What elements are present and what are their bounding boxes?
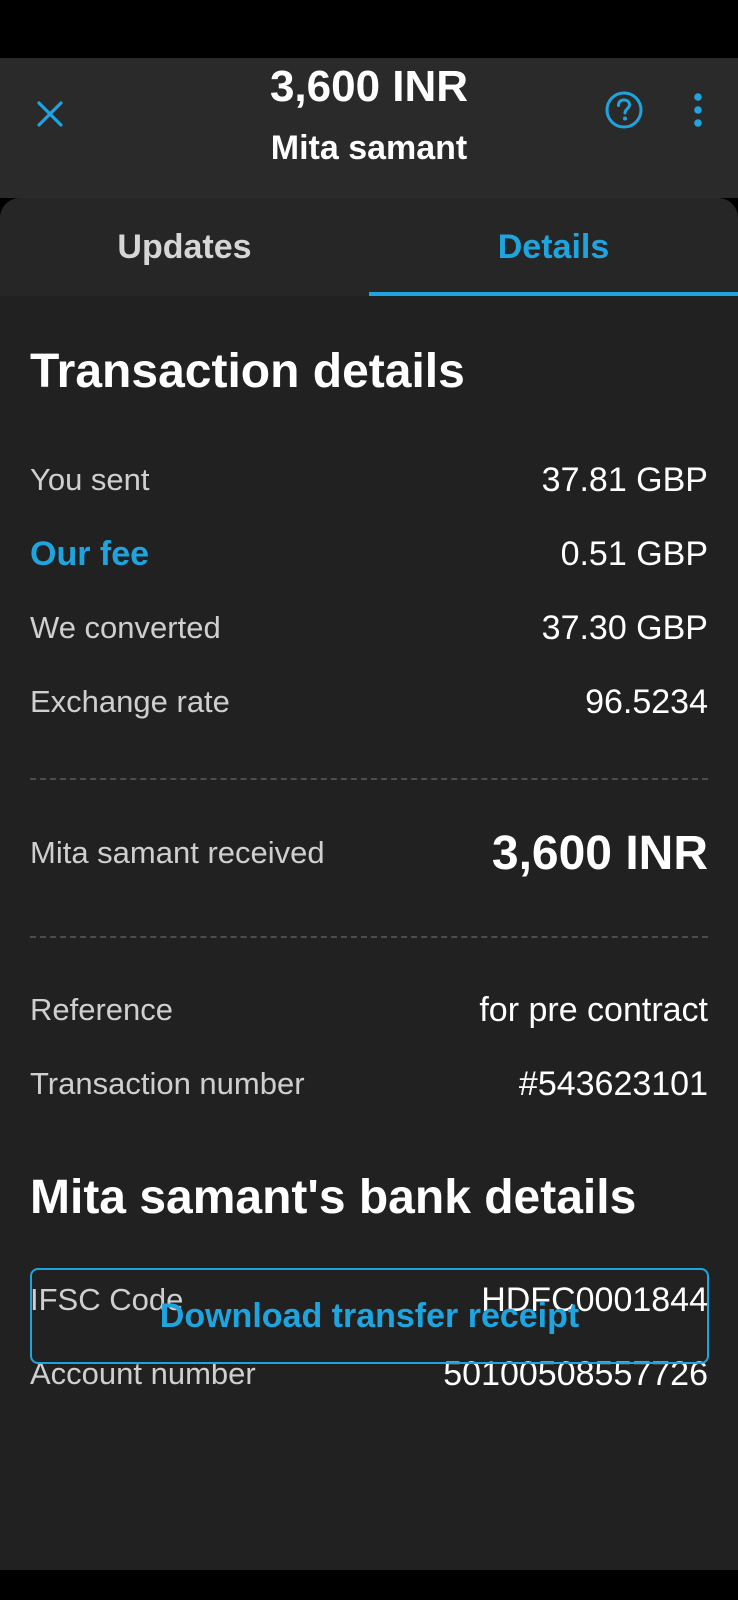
status-bar xyxy=(0,0,738,58)
app-header: 3,600 INR Mita samant xyxy=(0,58,738,198)
received-label: Mita samant received xyxy=(30,835,325,870)
tab-updates[interactable]: Updates xyxy=(0,198,369,296)
navigation-bar xyxy=(0,1570,738,1600)
dashed-divider xyxy=(30,936,708,938)
active-tab-indicator xyxy=(369,292,738,296)
converted-label: We converted xyxy=(30,610,221,645)
fee-row: Our fee 0.51 GBP xyxy=(30,526,708,582)
exchange-rate-label: Exchange rate xyxy=(30,684,230,719)
dashed-divider xyxy=(30,778,708,780)
details-sheet: Updates Details Transaction details You … xyxy=(0,198,738,1570)
received-value: 3,600 INR xyxy=(491,826,708,880)
more-vertical-icon xyxy=(694,93,702,127)
transaction-number-label: Transaction number xyxy=(30,1066,305,1101)
bank-details-title: Mita samant's bank details xyxy=(30,1171,637,1224)
transaction-number-value: #543623101 xyxy=(518,1064,708,1103)
more-options-button[interactable] xyxy=(676,88,720,132)
you-sent-row: You sent 37.81 GBP xyxy=(30,452,708,508)
exchange-rate-value: 96.5234 xyxy=(585,682,708,721)
you-sent-label: You sent xyxy=(30,462,150,497)
help-circle-icon xyxy=(605,91,643,129)
converted-row: We converted 37.30 GBP xyxy=(30,600,708,656)
received-row: Mita samant received 3,600 INR xyxy=(30,820,708,886)
tab-bar: Updates Details xyxy=(0,198,738,296)
transaction-number-row: Transaction number #543623101 xyxy=(30,1056,708,1112)
converted-value: 37.30 GBP xyxy=(541,608,708,647)
download-receipt-button[interactable]: Download transfer receipt xyxy=(30,1268,709,1364)
help-button[interactable] xyxy=(602,88,646,132)
exchange-rate-row: Exchange rate 96.5234 xyxy=(30,674,708,730)
tab-details[interactable]: Details xyxy=(369,198,738,296)
you-sent-value: 37.81 GBP xyxy=(541,460,708,499)
reference-value: for pre contract xyxy=(479,990,708,1029)
reference-row: Reference for pre contract xyxy=(30,982,708,1038)
fee-value: 0.51 GBP xyxy=(560,534,708,573)
our-fee-link[interactable]: Our fee xyxy=(30,535,149,574)
transaction-details-title: Transaction details xyxy=(30,345,465,398)
reference-label: Reference xyxy=(30,992,174,1027)
